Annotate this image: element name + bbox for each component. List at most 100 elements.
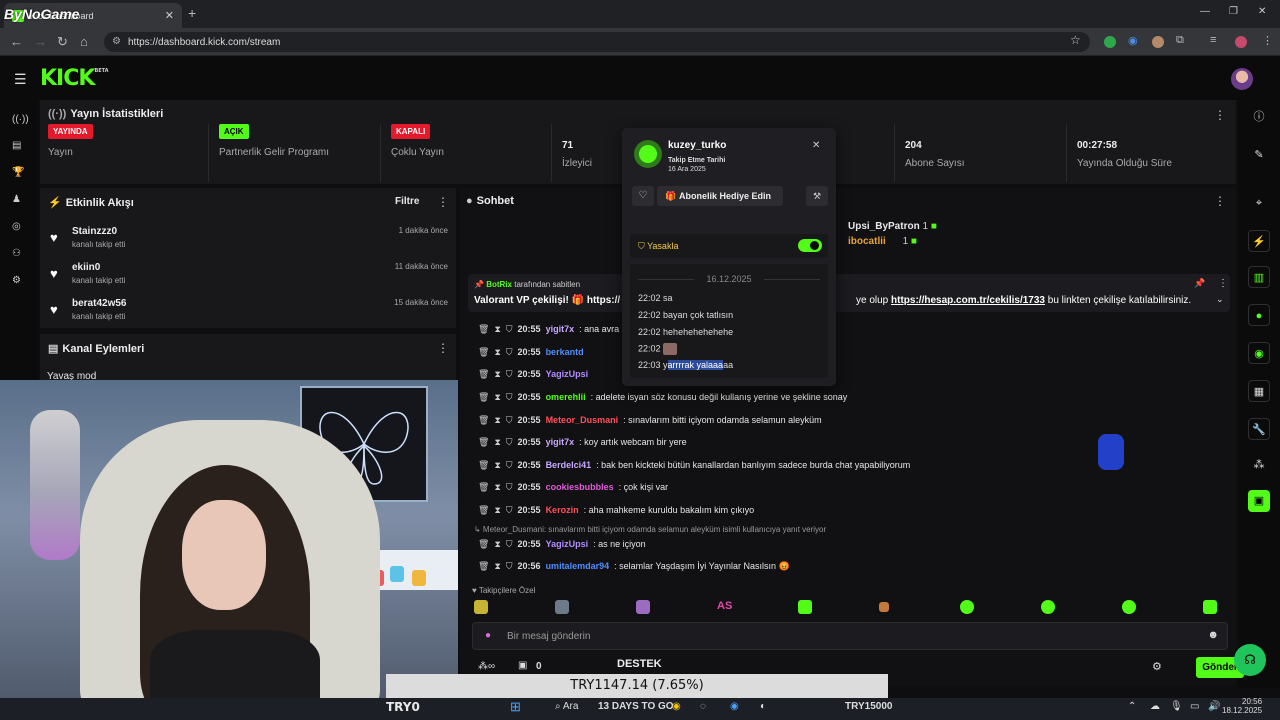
window-close-icon[interactable]: ✕ xyxy=(1258,6,1266,17)
broadcast-icon[interactable]: ◉ xyxy=(1248,342,1270,364)
top-user-name[interactable]: Upsi_ByPatron xyxy=(848,221,920,232)
mod-tools-button[interactable]: ⚒ xyxy=(806,186,828,206)
ban-icon[interactable]: ⛉ xyxy=(506,539,513,550)
back-icon[interactable]: ← xyxy=(10,34,23,49)
community-icon[interactable]: ♟ xyxy=(12,194,21,205)
shield-extension-icon[interactable] xyxy=(1104,36,1116,48)
extensions-puzzle-icon[interactable]: ⧉ xyxy=(1176,34,1184,47)
message-user[interactable]: Meteor_Dusmani xyxy=(546,415,619,425)
stats-menu-icon[interactable]: ⋮ xyxy=(1214,108,1226,122)
emote[interactable] xyxy=(798,600,812,614)
ban-icon[interactable]: ⛉ xyxy=(506,561,513,572)
list-item[interactable]: ♥ berat42w56 kanalı takip etti 15 dakika… xyxy=(50,296,448,330)
users-icon[interactable]: ⚇ xyxy=(12,248,21,259)
app-icon[interactable]: ◐ xyxy=(760,701,766,712)
taskbar-search[interactable]: ⌕ Ara xyxy=(555,701,578,712)
mic-tray-icon[interactable]: 🎙 xyxy=(1170,701,1183,712)
filter-button[interactable]: Filtre xyxy=(395,196,419,207)
timeout-icon[interactable]: ⧗ xyxy=(494,437,500,448)
emote[interactable] xyxy=(555,600,569,614)
tray-chevron-icon[interactable]: ⌃ xyxy=(1128,701,1136,712)
timeout-icon[interactable]: ⧗ xyxy=(494,561,500,572)
minimize-icon[interactable]: — xyxy=(1200,6,1210,17)
analytics-icon[interactable]: ▤ xyxy=(12,140,21,151)
timeout-icon[interactable]: ⧗ xyxy=(494,460,500,471)
emote[interactable] xyxy=(879,602,889,612)
user-avatar[interactable] xyxy=(1231,68,1253,90)
ban-icon[interactable]: ⛉ xyxy=(506,415,513,426)
pinned-link[interactable]: https://hesap.com.tr/cekilis/1733 xyxy=(891,295,1045,306)
delete-icon[interactable]: 🗑 xyxy=(478,347,489,358)
message-user[interactable]: Kerozin xyxy=(546,505,579,515)
store-icon[interactable]: ▣ xyxy=(518,660,527,671)
chat-message[interactable]: 🗑 ⧗ ⛉ 20:55 YagizUpsi: as ne içiyon xyxy=(478,536,646,552)
delete-icon[interactable]: 🗑 xyxy=(478,324,489,335)
ban-icon[interactable]: ⛉ xyxy=(506,369,513,380)
message-user[interactable]: Berdelci41 xyxy=(546,460,592,470)
timeout-icon[interactable]: ⧗ xyxy=(494,539,500,550)
chat-message[interactable]: 🗑 ⧗ ⛉ 20:55 Berdelci41: bak ben kickteki büt… xyxy=(478,457,910,473)
settings-icon[interactable]: ⚙ xyxy=(12,275,21,286)
chat-message[interactable]: 🗑 ⧗ ⛉ 20:55 YagizUpsi xyxy=(478,366,593,382)
ban-icon[interactable]: ⛉ xyxy=(506,505,513,516)
site-info-icon[interactable]: ⚙ xyxy=(112,36,121,47)
support-fab-icon[interactable]: ☊ xyxy=(1234,644,1266,676)
delete-icon[interactable]: 🗑 xyxy=(478,561,489,572)
delete-icon[interactable]: 🗑 xyxy=(478,505,489,516)
tab-close-icon[interactable]: ✕ xyxy=(165,9,174,22)
wrench-icon[interactable]: 🔧 xyxy=(1248,418,1270,440)
menu-icon[interactable]: ☰ xyxy=(14,71,27,88)
delete-icon[interactable]: 🗑 xyxy=(478,369,489,380)
channel-actions-menu-icon[interactable]: ⋮ xyxy=(437,341,449,355)
selected-widget-icon[interactable]: ▣ xyxy=(1248,490,1270,512)
timeout-icon[interactable]: ⧗ xyxy=(494,415,500,426)
moderation-icon[interactable]: ◎ xyxy=(12,221,21,232)
integrations-icon[interactable]: ⁂ xyxy=(1248,454,1270,476)
timeout-icon[interactable]: ⧗ xyxy=(494,392,500,403)
network-icon[interactable]: ▭ xyxy=(1190,701,1199,712)
windows-start-icon[interactable]: ⊞ xyxy=(510,699,521,715)
timeout-icon[interactable]: ⧗ xyxy=(494,505,500,516)
chat-settings-icon[interactable]: ⚙ xyxy=(1152,660,1162,673)
info-icon[interactable]: ⓘ xyxy=(1248,106,1270,128)
unpin-icon[interactable]: 📌 xyxy=(1194,278,1205,289)
document-icon[interactable]: ▥ xyxy=(1248,266,1270,288)
bookmark-star-icon[interactable]: ☆ xyxy=(1070,33,1081,47)
message-user[interactable]: berkantd xyxy=(546,347,584,357)
chevron-down-icon[interactable]: ⌄ xyxy=(1216,294,1224,305)
monkey-extension-icon[interactable] xyxy=(1152,36,1164,48)
emote[interactable] xyxy=(636,600,650,614)
home-icon[interactable]: ⌂ xyxy=(80,34,88,49)
edit-icon[interactable]: ✎ xyxy=(1248,144,1270,166)
cloud-icon[interactable]: ☁ xyxy=(1150,701,1160,712)
message-user[interactable]: YagizUpsi xyxy=(546,539,589,549)
pinned-author[interactable]: BotRix xyxy=(486,280,512,289)
delete-icon[interactable]: 🗑 xyxy=(478,415,489,426)
gift-sub-button[interactable]: 🎁 Abonelik Hediye Edin xyxy=(657,186,783,206)
ban-icon[interactable]: ⛉ xyxy=(506,392,513,403)
delete-icon[interactable]: 🗑 xyxy=(478,437,489,448)
ban-icon[interactable]: ⛉ xyxy=(506,437,513,448)
emote[interactable] xyxy=(1041,600,1055,614)
chat-message[interactable]: 🗑 ⧗ ⛉ 20:55 yigit7x: ana avra xyxy=(478,321,619,337)
reload-icon[interactable]: ↻ xyxy=(57,34,68,50)
chat-message[interactable]: 🗑 ⧗ ⛉ 20:55 Kerozin: aha mahkeme kuruldu bak… xyxy=(478,502,754,518)
emote[interactable] xyxy=(960,600,974,614)
chat-message[interactable]: 🗑 ⧗ ⛉ 20:55 yigit7x: koy artık webcam bir ye… xyxy=(478,434,687,450)
target-icon[interactable]: ⌖ xyxy=(1248,192,1270,214)
ban-icon[interactable]: ⛉ xyxy=(506,460,513,471)
timeout-icon[interactable]: ⧗ xyxy=(494,482,500,493)
stream-icon[interactable]: ((·)) xyxy=(12,114,29,125)
delete-icon[interactable]: 🗑 xyxy=(478,460,489,471)
pinned-menu-icon[interactable]: ⋮ xyxy=(1218,278,1228,289)
chat-message[interactable]: 🗑 ⧗ ⛉ 20:55 Meteor_Dusmani: sınavlarım bitti… xyxy=(478,412,822,428)
profile-icon[interactable] xyxy=(1235,36,1247,48)
emote[interactable] xyxy=(1203,600,1217,614)
chat-menu-icon[interactable]: ⋮ xyxy=(1214,194,1226,208)
pinned-message[interactable]: 📌 BotRix tarafından sabitlen Valorant VP… xyxy=(468,274,1230,312)
message-user[interactable]: umitalemdar94 xyxy=(546,561,610,571)
follow-heart-button[interactable]: ♡ xyxy=(632,186,654,206)
emote[interactable] xyxy=(474,600,488,614)
ban-icon[interactable]: ⛉ xyxy=(506,347,513,358)
chat-bubble-icon[interactable]: ● xyxy=(1248,304,1270,326)
